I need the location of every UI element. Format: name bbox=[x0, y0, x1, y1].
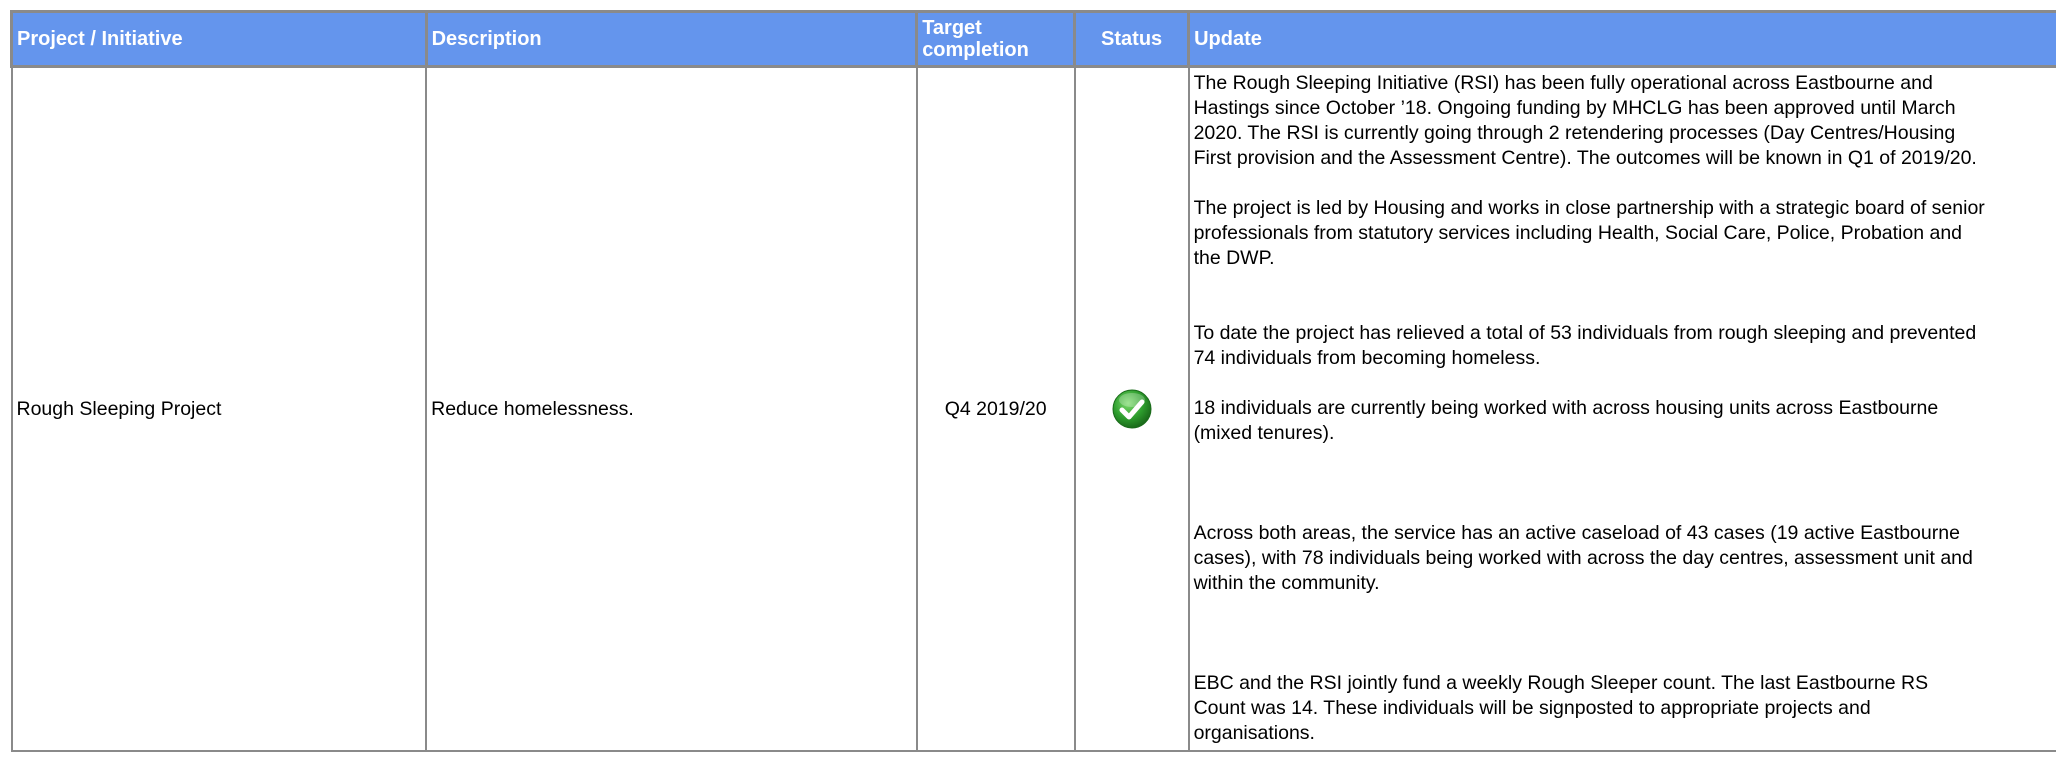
update-line: The Rough Sleeping Initiative (RSI) has … bbox=[1194, 72, 1933, 94]
update-line: organisations. bbox=[1194, 722, 1315, 744]
header-description[interactable]: Description bbox=[426, 12, 917, 67]
update-paragraph: The Rough Sleeping Initiative (RSI) has … bbox=[1194, 71, 2056, 171]
project-cell[interactable]: Rough Sleeping Project bbox=[12, 67, 427, 752]
header-target-completion[interactable]: Target completion bbox=[917, 12, 1075, 67]
update-line: 18 individuals are currently being worke… bbox=[1194, 397, 1939, 419]
status-cell[interactable] bbox=[1075, 67, 1189, 752]
update-paragraph: 18 individuals are currently being worke… bbox=[1194, 396, 2056, 446]
update-line: 2020. The RSI is currently going through… bbox=[1194, 122, 1956, 144]
update-line: (mixed tenures). bbox=[1194, 422, 1335, 444]
spreadsheet-area: Project / Initiative Description Target … bbox=[10, 10, 2056, 770]
update-paragraph: The project is led by Housing and works … bbox=[1194, 196, 2056, 271]
update-line: within the community. bbox=[1194, 572, 1380, 594]
header-status[interactable]: Status bbox=[1075, 12, 1189, 67]
update-line: Hastings since October ’18. Ongoing fund… bbox=[1194, 97, 1956, 119]
update-line: Across both areas, the service has an ac… bbox=[1194, 522, 1960, 544]
update-line: cases), with 78 individuals being worked… bbox=[1194, 547, 1973, 569]
update-cell[interactable]: The Rough Sleeping Initiative (RSI) has … bbox=[1189, 67, 2056, 752]
update-paragraph: Across both areas, the service has an ac… bbox=[1194, 521, 2056, 596]
table-row: Rough Sleeping Project Reduce homelessne… bbox=[12, 67, 2056, 752]
update-line: The project is led by Housing and works … bbox=[1194, 197, 1985, 219]
update-line: professionals from statutory services in… bbox=[1194, 222, 1962, 244]
update-line: the DWP. bbox=[1194, 247, 1275, 269]
description-cell[interactable]: Reduce homelessness. bbox=[426, 67, 917, 752]
update-line: EBC and the RSI jointly fund a weekly Ro… bbox=[1194, 672, 1929, 694]
green-check-icon bbox=[1111, 388, 1153, 430]
update-line: First provision and the Assessment Centr… bbox=[1194, 147, 1977, 169]
update-line: 74 individuals from becoming homeless. bbox=[1194, 347, 1541, 369]
header-row: Project / Initiative Description Target … bbox=[12, 12, 2056, 67]
header-update[interactable]: Update bbox=[1189, 12, 2056, 67]
update-line: To date the project has relieved a total… bbox=[1194, 322, 1977, 344]
target-cell[interactable]: Q4 2019/20 bbox=[917, 67, 1075, 752]
update-line: Count was 14. These individuals will be … bbox=[1194, 697, 1871, 719]
project-table: Project / Initiative Description Target … bbox=[10, 10, 2056, 752]
update-paragraph: To date the project has relieved a total… bbox=[1194, 321, 2056, 371]
update-paragraph: EBC and the RSI jointly fund a weekly Ro… bbox=[1194, 671, 2056, 746]
header-project[interactable]: Project / Initiative bbox=[12, 12, 427, 67]
